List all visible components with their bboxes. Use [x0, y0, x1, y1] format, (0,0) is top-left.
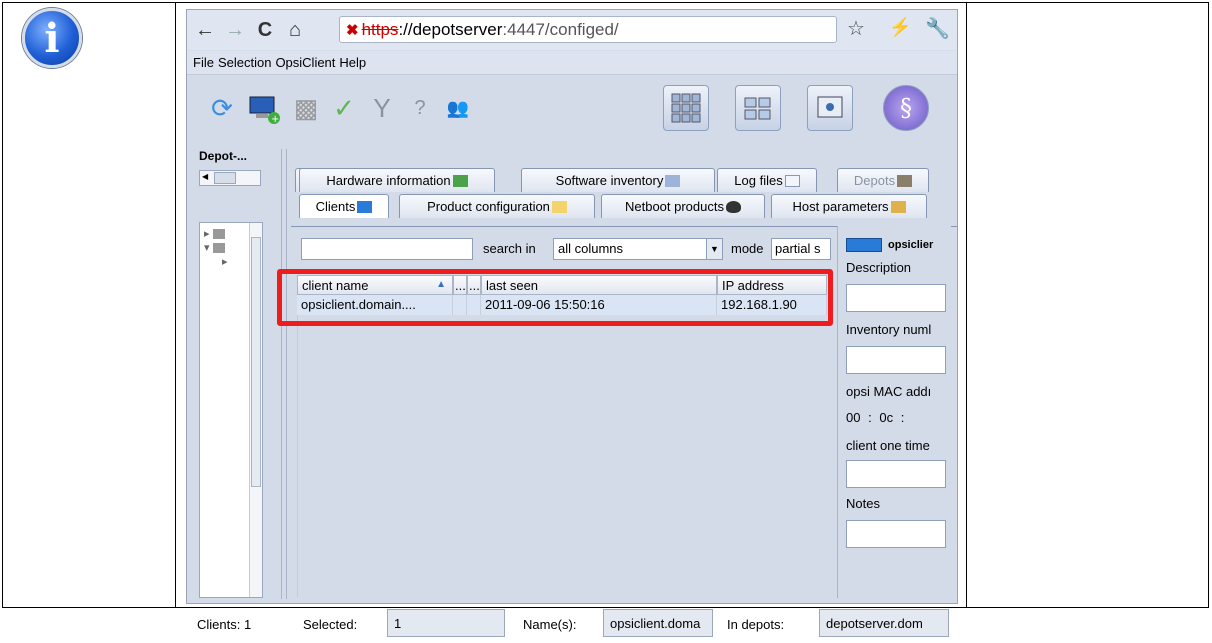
- paragraph-icon: §: [900, 94, 912, 122]
- names-field: opsiclient.doma: [603, 609, 713, 637]
- client-grid-button[interactable]: [663, 85, 709, 131]
- browser-toolbar: ← → C ⌂ ✖ https ://depotserver :4447/con…: [187, 10, 957, 50]
- server-console-button[interactable]: [807, 85, 853, 131]
- bookmark-star-icon[interactable]: ☆: [847, 16, 865, 41]
- table-empty-area: [297, 315, 829, 597]
- tab-host-parameters[interactable]: Host parameters: [771, 194, 927, 218]
- depots-icon: [897, 174, 913, 187]
- column-divider: [175, 3, 176, 607]
- inventory-number-label: Inventory numl: [846, 322, 932, 337]
- menu-opsiclient[interactable]: OpsiClient: [275, 55, 335, 70]
- forward-arrow-icon[interactable]: →: [223, 19, 247, 42]
- url-scheme: https: [361, 19, 399, 39]
- client-tree[interactable]: ▸ ▾ ▸: [199, 222, 263, 598]
- insecure-certificate-icon: ✖: [346, 21, 359, 39]
- tab-log-files[interactable]: Log files: [717, 168, 817, 192]
- log-file-icon: [784, 174, 800, 187]
- mac-address-field[interactable]: 00 : 0c :: [846, 410, 908, 425]
- search-input[interactable]: [301, 238, 473, 260]
- column-divider: [966, 3, 967, 607]
- query-icon[interactable]: ?: [403, 91, 437, 125]
- back-arrow-icon[interactable]: ←: [193, 19, 217, 42]
- address-bar[interactable]: ✖ https ://depotserver :4447/configed/: [339, 16, 837, 43]
- description-field[interactable]: [846, 284, 946, 312]
- client-monitor-icon: [846, 238, 882, 252]
- split-pane-divider[interactable]: [281, 149, 287, 599]
- client-name-heading: opsiclier: [888, 239, 934, 251]
- description-label: Description: [846, 260, 912, 275]
- menu-file[interactable]: File: [193, 55, 214, 70]
- info-icon: i: [22, 8, 82, 68]
- hardware-icon: [452, 174, 468, 187]
- tab-hardware-information[interactable]: Hardware information: [299, 168, 495, 192]
- selected-count-field: 1: [387, 609, 505, 637]
- checkmark-icon[interactable]: ✓: [327, 91, 361, 125]
- legal-paragraph-button[interactable]: §: [883, 85, 929, 131]
- host-parameters-icon: [890, 200, 906, 213]
- status-bar: Clients: 1 Selected: 1 Name(s): opsiclie…: [187, 603, 957, 643]
- search-column-select[interactable]: all columns ▼: [553, 238, 723, 260]
- depot-tree-pane: Depot-... ◀ ▸ ▾ ▸: [199, 149, 267, 598]
- menu-selection[interactable]: Selection: [218, 55, 271, 70]
- one-time-password-field[interactable]: [846, 460, 946, 488]
- chevron-down-icon[interactable]: ▼: [706, 239, 722, 259]
- tree-vertical-scrollbar[interactable]: [249, 223, 262, 597]
- home-icon[interactable]: ⌂: [283, 19, 307, 42]
- tab-product-configuration[interactable]: Product configuration: [399, 194, 595, 218]
- reload-icon[interactable]: C: [253, 19, 277, 42]
- names-label: Name(s):: [523, 617, 577, 632]
- extension-bolt-icon[interactable]: ⚡: [889, 17, 911, 38]
- notes-field[interactable]: [846, 520, 946, 548]
- client-header: opsiclier: [846, 238, 933, 252]
- configed-app: File Selection OpsiClient Help ⟳ + ▩ ✓ Y…: [187, 51, 957, 637]
- in-depots-label: In depots:: [727, 617, 785, 632]
- url-path: :4447/configed/: [502, 19, 619, 39]
- depot-label: Depot-...: [199, 149, 247, 163]
- mode-label: mode: [731, 241, 764, 256]
- red-highlight-box: [277, 269, 833, 326]
- url-host: ://depotserver: [398, 19, 503, 39]
- clients-count: Clients: 1: [197, 617, 252, 632]
- one-time-password-label: client one time: [846, 438, 930, 453]
- notes-label: Notes: [846, 496, 880, 511]
- menu-help[interactable]: Help: [339, 55, 366, 70]
- depot-horizontal-scrollbar[interactable]: ◀: [199, 170, 261, 186]
- wrench-menu-icon[interactable]: 🔧: [925, 16, 950, 41]
- search-in-label: search in: [483, 241, 536, 256]
- product-box-icon: [551, 200, 567, 213]
- tab-netboot-products[interactable]: Netboot products: [601, 194, 765, 218]
- selected-label: Selected:: [303, 617, 358, 632]
- product-packages-icon[interactable]: ▩: [289, 91, 323, 125]
- in-depots-field: depotserver.dom: [819, 609, 949, 637]
- filter-icon[interactable]: Y: [365, 91, 399, 125]
- menu-bar: File Selection OpsiClient Help: [187, 51, 957, 75]
- new-client-icon[interactable]: +: [247, 91, 281, 125]
- software-icon: [665, 174, 681, 187]
- inventory-number-field[interactable]: [846, 346, 946, 374]
- clients-monitor-icon: [357, 200, 373, 213]
- mac-address-label: opsi MAC addı: [846, 384, 932, 399]
- search-mode-select[interactable]: partial s: [771, 238, 831, 260]
- tab-clients[interactable]: Clients: [299, 194, 389, 218]
- linux-penguin-icon: [726, 200, 741, 213]
- network-grid-button[interactable]: [735, 85, 781, 131]
- client-details-pane: opsiclier Description Inventory numl ops…: [837, 226, 951, 598]
- app-toolbar: ⟳ + ▩ ✓ Y ? 👥 §: [187, 77, 957, 139]
- svg-text:+: +: [271, 114, 279, 125]
- tab-software-inventory[interactable]: Software inventory: [521, 168, 715, 192]
- refresh-icon[interactable]: ⟳: [205, 91, 239, 125]
- tab-depots: Depots: [837, 168, 929, 192]
- user-query-icon[interactable]: 👥: [441, 91, 475, 125]
